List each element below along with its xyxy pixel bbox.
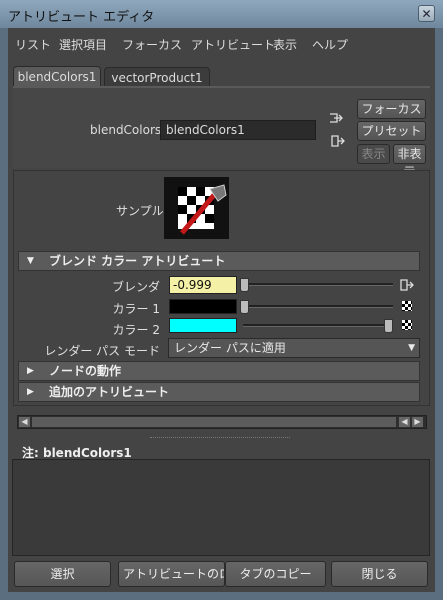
input-connection-icon[interactable] [329,111,343,125]
sample-swatch [164,177,229,239]
scroll-left-icon[interactable]: ◀ [399,417,410,427]
checker-map-icon[interactable] [402,320,412,330]
color1-label: カラー 1 [112,302,160,316]
color1-swatch[interactable] [169,299,237,314]
blender-field[interactable]: -0.999 [169,276,237,294]
menu-attributes[interactable]: アトリビュート [191,36,275,53]
render-pass-value: レンダー パスに適用 [174,341,286,355]
chevron-down-icon: ▼ [408,343,415,353]
expand-arrow-icon: ▶ [27,366,34,376]
tab-blendcolors1[interactable]: blendColors1 [13,66,101,86]
menu-selected[interactable]: 選択項目 [59,36,107,53]
node-name-field[interactable]: blendColors1 [160,120,316,140]
color2-label: カラー 2 [112,323,160,337]
splitter-handle[interactable] [150,437,290,441]
section-extra-attributes-header[interactable]: ▶ 追加のアトリビュート [18,382,420,402]
window-title: アトリビュート エディタ [8,10,155,25]
sample-label: サンプル [116,204,164,218]
close-button[interactable]: 閉じる [331,561,428,587]
section-blend-attributes-header[interactable]: ▼ ブレンド カラー アトリビュート [18,251,420,271]
color1-slider-thumb[interactable] [240,300,249,314]
menu-help[interactable]: ヘルプ [312,36,348,53]
color1-slider[interactable] [243,305,393,308]
show-button[interactable]: 表示 [357,144,390,164]
render-pass-label: レンダー パス モード [44,344,160,358]
menu-focus[interactable]: フォーカス [122,36,182,53]
section-title: ノードの動作 [49,364,122,378]
section-node-behavior-header[interactable]: ▶ ノードの動作 [18,361,420,381]
color2-swatch[interactable] [169,318,237,333]
expand-arrow-icon: ▶ [27,387,34,397]
blender-slider[interactable] [243,283,393,286]
collapse-arrow-icon: ▼ [27,256,34,266]
load-attributes-button[interactable]: アトリビュートのロード [118,561,225,587]
scroll-left-icon[interactable]: ◀ [19,417,30,427]
horizontal-scrollbar[interactable]: ◀ ◀ ▶ [17,415,427,429]
tab-vectorproduct1[interactable]: vectorProduct1 [104,67,210,87]
close-window-button[interactable]: ✕ [418,5,435,22]
copy-tab-button[interactable]: タブのコピー [225,561,326,587]
checker-map-icon[interactable] [402,301,412,311]
section-title: 追加のアトリビュート [49,385,170,399]
menu-list[interactable]: リスト [15,36,51,53]
section-title: ブレンド カラー アトリビュート [49,254,226,268]
render-pass-dropdown[interactable]: レンダー パスに適用 ▼ [168,338,420,358]
color2-slider-thumb[interactable] [384,319,393,333]
menu-show[interactable]: 表示 [273,36,297,53]
focus-button[interactable]: フォーカス [357,99,426,119]
scroll-thumb[interactable] [32,417,396,427]
menu-bar: リスト 選択項目 フォーカス アトリビュート 表示 ヘルプ [8,28,435,58]
hide-button[interactable]: 非表示 [393,144,426,179]
notes-textarea[interactable] [12,459,430,556]
map-connection-icon[interactable] [400,278,414,292]
select-button[interactable]: 選択 [14,561,111,587]
preset-button[interactable]: プリセット [357,121,426,141]
color2-slider[interactable] [243,324,393,327]
output-connection-icon[interactable] [331,134,345,148]
node-type-label: blendColors: [90,123,166,137]
scroll-right-icon[interactable]: ▶ [412,417,423,427]
blender-slider-thumb[interactable] [240,278,249,292]
blender-label: ブレンダ [111,280,160,294]
